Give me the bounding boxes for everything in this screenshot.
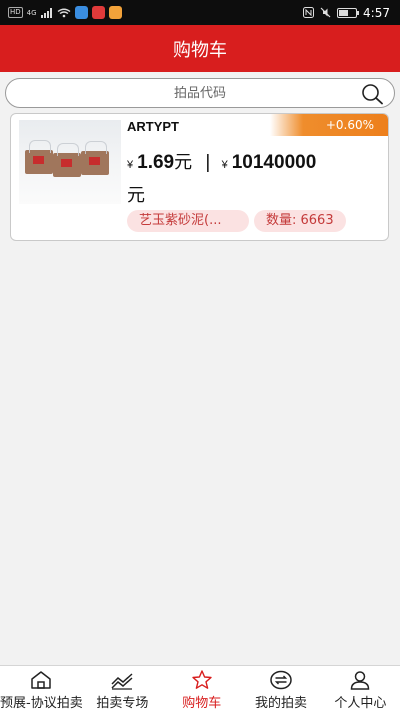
app-notification-icon-3	[108, 6, 122, 19]
currency-symbol: ¥	[127, 159, 134, 171]
app-notification-icon-2	[91, 6, 105, 19]
bottom-nav: 预展-协议拍卖 拍卖专场 购物车 我的拍卖 个人中心	[0, 665, 400, 711]
clock: 4:57	[363, 5, 390, 20]
nav-label: 拍卖专场	[96, 696, 149, 711]
search-icon[interactable]	[360, 82, 384, 106]
mute-icon	[320, 7, 331, 18]
product-image	[19, 120, 121, 204]
nav-label: 购物车	[182, 696, 222, 711]
total-price-unit: 元	[127, 185, 145, 205]
network-type-badge: HD	[8, 7, 23, 18]
app-header: 购物车	[0, 25, 400, 72]
nav-label: 个人中心	[334, 696, 387, 711]
star-icon	[191, 670, 212, 689]
price-row: ¥1.69元 | ¥10140000 元	[127, 147, 382, 211]
quantity-tag: 数量: 6663	[254, 210, 346, 232]
nav-item-cart[interactable]: 购物车	[162, 666, 241, 711]
price-separator: |	[205, 152, 211, 173]
home-icon	[31, 671, 52, 689]
signal-text: 4G	[26, 8, 37, 17]
status-bar: HD 4G 4:57	[0, 0, 400, 25]
nav-label: 我的拍卖	[255, 696, 308, 711]
swap-icon	[270, 670, 292, 690]
total-price: 10140000	[231, 152, 317, 173]
page-title: 购物车	[173, 39, 227, 61]
product-name-tag: 艺玉紫砂泥(...	[127, 210, 249, 232]
nav-item-preview-auction[interactable]: 预展-协议拍卖	[0, 666, 83, 711]
product-code: ARTYPT	[127, 119, 179, 134]
unit-price: 1.69	[137, 152, 175, 173]
status-left: HD 4G	[8, 6, 122, 19]
battery-level	[339, 9, 349, 16]
battery-icon	[337, 7, 360, 18]
signal-icon	[40, 7, 52, 18]
price-change-badge: +0.60%	[270, 114, 388, 136]
unit-price-unit: 元	[174, 152, 193, 172]
product-box-2	[53, 143, 81, 177]
search-input[interactable]	[50, 85, 350, 101]
cart-item-card[interactable]: ARTYPT +0.60% ¥1.69元 | ¥10140000 元 艺玉紫砂泥…	[10, 113, 389, 241]
search-bar	[5, 78, 395, 108]
product-box-1	[25, 140, 53, 174]
product-box-3	[81, 141, 109, 175]
status-right: 4:57	[303, 6, 390, 20]
trend-chart-icon	[111, 673, 133, 690]
wifi-icon	[57, 8, 70, 17]
nfc-icon	[303, 7, 315, 18]
nav-label: 预展-协议拍卖	[0, 696, 83, 711]
user-icon	[351, 671, 370, 690]
currency-symbol-total: ¥	[221, 159, 228, 171]
nav-item-profile[interactable]: 个人中心	[321, 666, 400, 711]
nav-item-auction-special[interactable]: 拍卖专场	[83, 666, 162, 711]
app-notification-icon-1	[74, 6, 88, 19]
nav-item-my-auction[interactable]: 我的拍卖	[241, 666, 320, 711]
